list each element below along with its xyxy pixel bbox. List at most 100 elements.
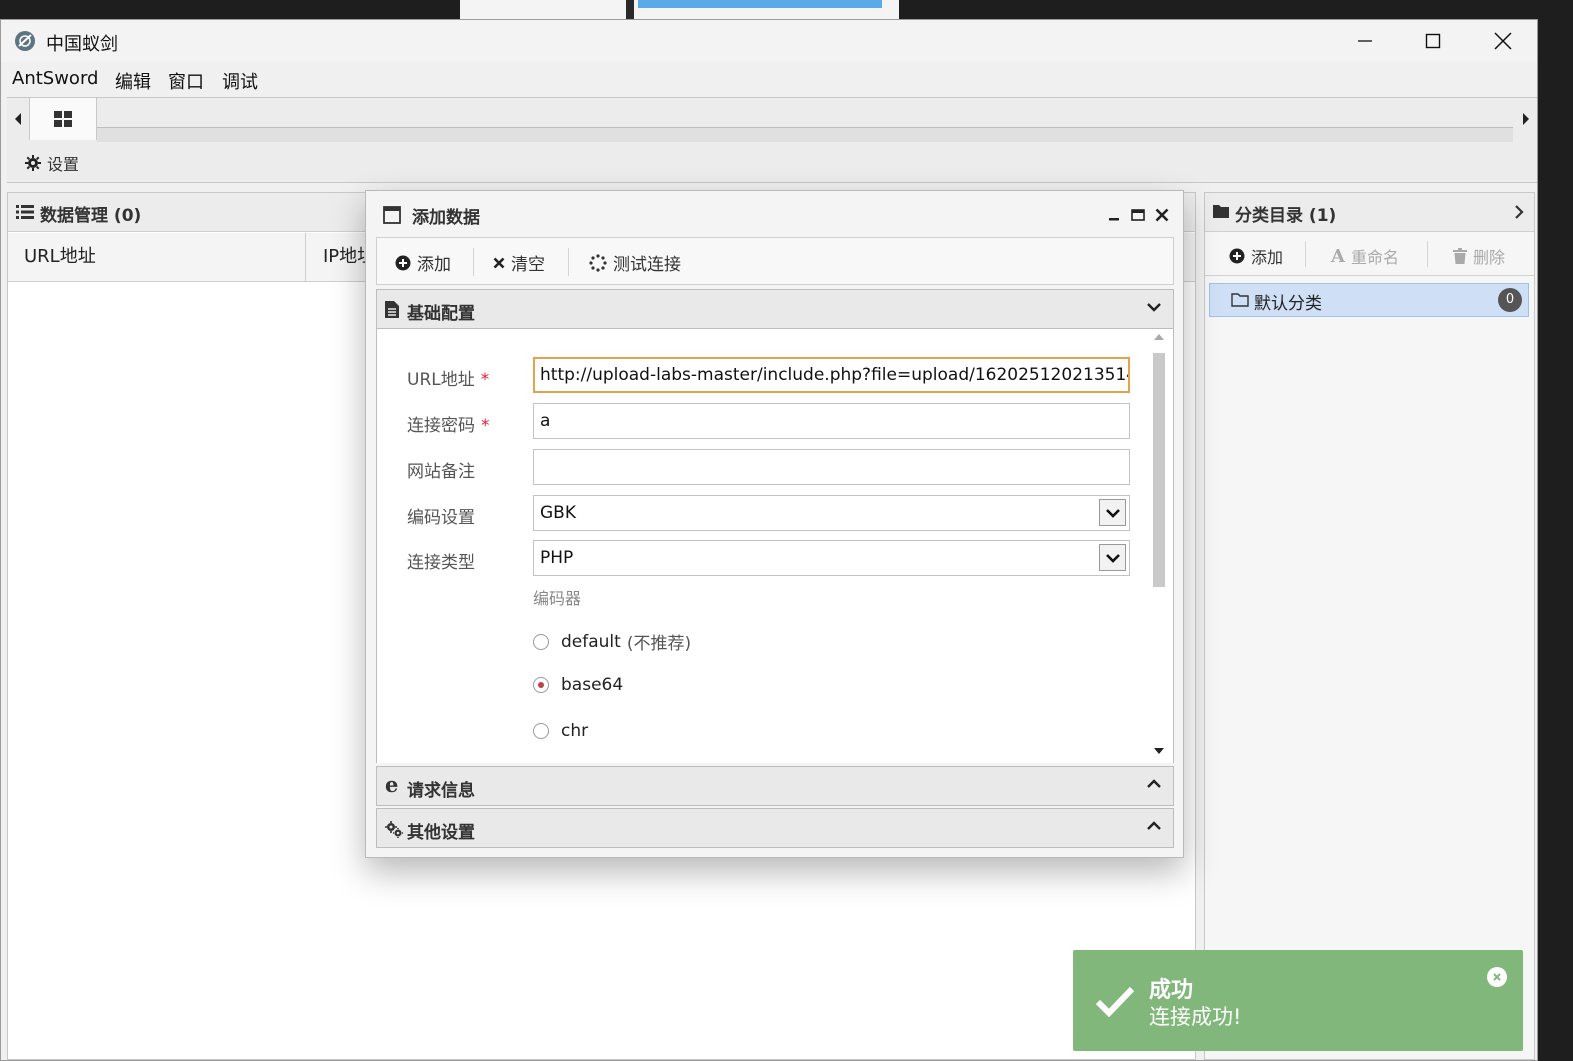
gears-icon [385,821,403,838]
spinner-icon [589,253,607,272]
folder-icon [1213,205,1229,218]
category-toolbar: 添加 A 重命名 删除 [1205,233,1534,276]
menu-debug[interactable]: 调试 [222,68,258,94]
type-label: 连接类型 [407,553,475,573]
minimize-icon [1109,218,1119,221]
toolbar-divider [1305,241,1306,267]
encoder-chr-label: chr [561,721,589,741]
chevron-down-icon [1147,303,1161,312]
category-add-label: 添加 [1251,248,1284,267]
add-data-dialog: 添加数据 添加 清空 测试连接 基础配置 URL地址 * http://uplo… [365,190,1184,858]
maximize-icon [1131,209,1145,221]
category-delete-label: 删除 [1473,248,1506,267]
menu-window[interactable]: 窗口 [168,68,204,94]
encoder-default-label: default [561,631,621,652]
plus-circle-icon [1229,248,1245,264]
dialog-test-connection-label: 测试连接 [613,255,681,275]
required-mark: * [481,416,490,436]
settings-label: 设置 [47,155,80,174]
radio-button[interactable] [533,723,549,739]
url-input[interactable]: http://upload-labs-master/include.php?fi… [533,357,1130,393]
toast-close-button[interactable] [1487,967,1507,987]
tab-strip [7,97,1537,143]
category-add-button[interactable]: 添加 [1229,244,1283,268]
grid-icon [54,111,72,127]
tab-home[interactable] [29,98,97,140]
window-title: 中国蚁剑 [46,34,118,55]
section-basic-title: 基础配置 [407,304,475,324]
title-bar[interactable]: 中国蚁剑 [1,20,1537,62]
trash-icon [1453,248,1467,264]
dialog-test-connection-button[interactable]: 测试连接 [589,250,681,275]
scrollbar-thumb[interactable] [1153,353,1165,587]
encoding-dropdown-button[interactable] [1099,499,1126,526]
dialog-add-label: 添加 [417,255,451,275]
toolbar-divider [568,248,569,276]
minimize-button[interactable] [1330,20,1400,62]
background-window-strip [460,0,626,19]
encoding-select[interactable]: GBK [533,495,1130,531]
encoder-default-hint: (不推荐) [626,634,692,654]
category-rename-button[interactable]: A 重命名 [1331,244,1399,268]
category-panel-title: 分类目录 (1) [1235,206,1337,226]
browser-e-icon: e [385,772,399,797]
dialog-add-button[interactable]: 添加 [395,250,451,275]
caret-left-icon [15,113,21,125]
close-icon [1493,973,1501,981]
maximize-button[interactable] [1398,20,1468,62]
radio-button-checked[interactable] [533,677,549,693]
tab-scroll-left-button[interactable] [7,98,29,140]
chevron-up-icon [1147,779,1161,788]
section-other-settings[interactable]: 其他设置 [376,808,1174,848]
folder-outline-icon [1231,293,1249,307]
toolbar-divider [473,248,474,276]
chevron-up-icon [1147,821,1161,830]
minimize-icon [1358,40,1372,42]
required-mark: * [480,370,490,390]
category-item-default[interactable]: 默认分类 0 [1209,283,1529,317]
dialog-clear-label: 清空 [511,255,545,275]
encoder-option-chr[interactable]: chr [533,721,588,741]
column-url[interactable]: URL地址 [8,233,306,281]
connection-type-select[interactable]: PHP [533,540,1130,576]
tab-scroll-right-button[interactable] [1515,98,1537,140]
antsword-logo-icon [13,29,37,53]
note-label: 网站备注 [407,462,475,482]
file-text-icon [385,301,399,318]
encoder-option-base64[interactable]: base64 [533,675,623,695]
menu-edit[interactable]: 编辑 [115,68,151,94]
dialog-close-button[interactable] [1154,207,1170,223]
dialog-title-bar[interactable]: 添加数据 [366,191,1183,235]
background-window-strip-right [634,0,899,19]
connection-type-value: PHP [540,548,574,568]
encoder-base64-label: base64 [561,675,624,695]
close-icon [1494,32,1512,50]
category-delete-button[interactable]: 删除 [1453,244,1505,268]
category-panel-header: 分类目录 (1) [1205,193,1534,232]
success-toast: 成功 连接成功! [1073,950,1523,1051]
settings-button[interactable]: 设置 [25,151,79,175]
menu-antsword[interactable]: AntSword [12,68,98,89]
checkmark-icon [1095,986,1135,1017]
dialog-maximize-button[interactable] [1130,207,1146,223]
dialog-clear-button[interactable]: 清空 [493,250,545,275]
dialog-title: 添加数据 [412,208,480,228]
chevron-down-icon [1105,553,1120,563]
main-toolbar: 设置 [7,142,1537,183]
note-input[interactable] [533,449,1130,485]
chevron-down-icon [1105,508,1120,518]
section-request-info[interactable]: e 请求信息 [376,766,1174,806]
encoder-option-default[interactable]: default (不推荐) [533,629,691,654]
section-basic-config[interactable]: 基础配置 [376,289,1174,329]
form-scrollbar[interactable] [1149,329,1169,763]
toast-title: 成功 [1149,978,1194,1003]
password-input[interactable]: a [533,403,1130,439]
radio-button[interactable] [533,633,549,650]
list-icon [16,205,34,219]
chevron-right-icon[interactable] [1514,205,1524,219]
times-icon [493,257,505,268]
dialog-minimize-button[interactable] [1106,207,1122,223]
tab-strip-track [97,127,1513,142]
type-dropdown-button[interactable] [1099,544,1126,571]
close-button[interactable] [1468,20,1538,62]
